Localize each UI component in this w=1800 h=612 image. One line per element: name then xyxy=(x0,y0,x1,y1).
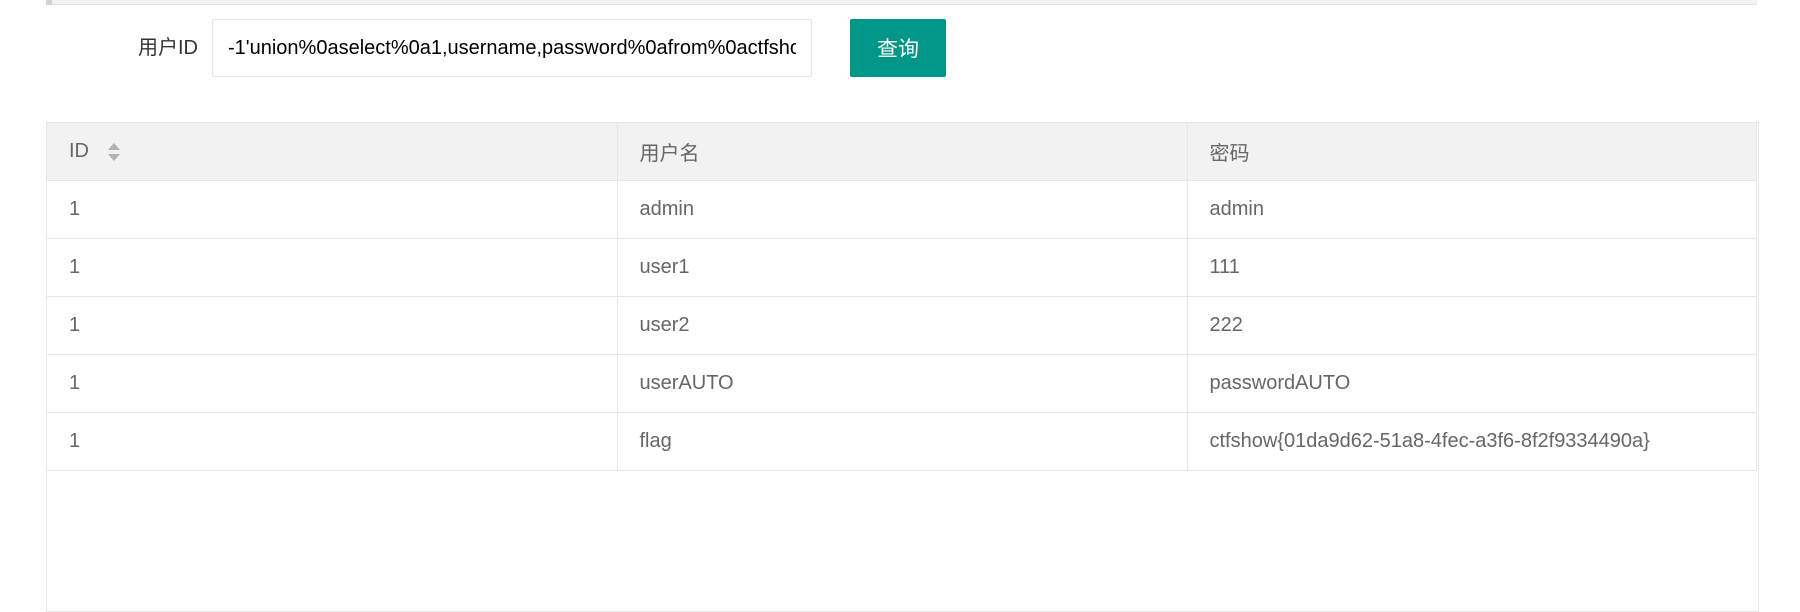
column-header-label: ID xyxy=(69,140,89,162)
sort-ascending-icon[interactable] xyxy=(107,142,120,150)
table-row: 1 admin admin xyxy=(47,180,1757,239)
cell-username: user1 xyxy=(617,238,1188,297)
sort-descending-icon[interactable] xyxy=(107,153,120,161)
query-button[interactable]: 查询 xyxy=(850,19,946,77)
results-table-panel: ID 用户名 密码 1 admin admin 1 user1 111 1 us… xyxy=(46,122,1759,612)
cell-id: 1 xyxy=(47,180,618,239)
cell-username: user2 xyxy=(617,296,1188,355)
table-row: 1 userAUTO passwordAUTO xyxy=(47,354,1757,413)
cell-password: ctfshow{01da9d62-51a8-4fec-a3f6-8f2f9334… xyxy=(1187,412,1757,471)
cell-password: passwordAUTO xyxy=(1187,354,1757,413)
cell-username: flag xyxy=(617,412,1188,471)
table-row: 1 user2 222 xyxy=(47,296,1757,355)
cell-id: 1 xyxy=(47,238,618,297)
query-form: 用户ID 查询 xyxy=(0,19,1800,77)
cell-id: 1 xyxy=(47,354,618,413)
cell-id: 1 xyxy=(47,412,618,471)
user-id-input[interactable] xyxy=(212,19,812,77)
column-header-label: 密码 xyxy=(1209,143,1250,165)
table-row: 1 user1 111 xyxy=(47,238,1757,297)
cell-password: 111 xyxy=(1187,238,1757,297)
user-id-label: 用户ID xyxy=(138,37,198,59)
column-header-username: 用户名 xyxy=(617,123,1188,181)
sort-arrows-icon[interactable] xyxy=(107,142,121,162)
top-panel-border xyxy=(46,0,1757,5)
table-row: 1 flag ctfshow{01da9d62-51a8-4fec-a3f6-8… xyxy=(47,412,1757,471)
cell-password: 222 xyxy=(1187,296,1757,355)
cell-username: userAUTO xyxy=(617,354,1188,413)
cell-password: admin xyxy=(1187,180,1757,239)
top-panel-accent xyxy=(46,0,52,5)
cell-id: 1 xyxy=(47,296,618,355)
table-header-row: ID 用户名 密码 xyxy=(47,123,1757,181)
column-header-password: 密码 xyxy=(1187,123,1757,181)
results-table: ID 用户名 密码 1 admin admin 1 user1 111 1 us… xyxy=(47,123,1757,471)
column-header-id[interactable]: ID xyxy=(47,123,618,181)
cell-username: admin xyxy=(617,180,1188,239)
column-header-label: 用户名 xyxy=(639,143,700,165)
